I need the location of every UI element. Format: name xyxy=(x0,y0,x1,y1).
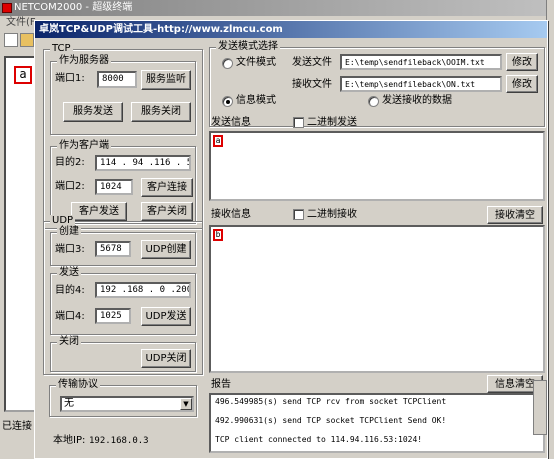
send-received-label: 发送接收的数据 xyxy=(382,95,452,106)
tcp-group: TCP 作为服务器 端口1: 8000 服务监听 服务发送 服务关闭 作为客户端… xyxy=(43,43,203,229)
report-line: 496.549985(s) send TCP rcv from socket T… xyxy=(215,397,447,406)
recv-file-label: 接收文件 xyxy=(292,79,332,90)
server-port-input[interactable]: 8000 xyxy=(97,71,137,88)
udp-port3-input[interactable]: 5678 xyxy=(95,241,131,257)
report-line: TCP client connected to 114.94.116.53:10… xyxy=(215,435,423,444)
udp-port4-input[interactable]: 1025 xyxy=(95,308,131,324)
udp-target-input[interactable]: 192 .168 . 0 .200 xyxy=(95,282,191,298)
recv-clear-button[interactable]: 接收清空 xyxy=(487,206,543,224)
udp-create-button[interactable]: UDP创建 xyxy=(141,240,191,259)
file-mode-radio[interactable] xyxy=(222,58,233,69)
modify-send-file-button[interactable]: 修改 xyxy=(506,53,538,71)
client-port-input[interactable]: 1024 xyxy=(95,179,133,195)
new-file-icon[interactable] xyxy=(4,33,18,47)
protocol-select[interactable]: 无 ▼ xyxy=(60,396,194,412)
udp-close-group: 关闭 UDP关闭 xyxy=(50,336,196,372)
udp-close-button[interactable]: UDP关闭 xyxy=(141,349,191,368)
server-port-label: 端口1: xyxy=(55,73,85,84)
recv-file-input[interactable]: E:\temp\sendfileback\ON.txt xyxy=(340,76,502,92)
client-target-label: 目的2: xyxy=(55,157,85,168)
send-info-content: a xyxy=(213,135,223,147)
udp-port4-label: 端口4: xyxy=(55,311,85,322)
report-line: 492.990631(s) send TCP socket TCPClient … xyxy=(215,416,447,425)
info-mode-label: 信息模式 xyxy=(236,95,276,106)
client-close-button[interactable]: 客户关闭 xyxy=(141,202,193,221)
udp-create-label: 创建 xyxy=(57,226,81,238)
server-group-label: 作为服务器 xyxy=(57,55,111,67)
modify-recv-file-button[interactable]: 修改 xyxy=(506,75,538,93)
send-file-label: 发送文件 xyxy=(292,57,332,68)
protocol-group: 传输协议 无 ▼ xyxy=(49,379,197,417)
server-send-button[interactable]: 服务发送 xyxy=(63,102,123,122)
file-mode-label: 文件模式 xyxy=(236,57,276,68)
tcp-group-label: TCP xyxy=(50,43,73,55)
server-close-button[interactable]: 服务关闭 xyxy=(131,102,191,122)
background-title-bar: NETCOM2000 - 超级终端 xyxy=(0,0,554,16)
binary-recv-label: 二进制接收 xyxy=(307,209,357,220)
background-title: NETCOM2000 - 超级终端 xyxy=(14,2,133,13)
client-group-label: 作为客户端 xyxy=(57,140,111,152)
recv-info-label: 接收信息 xyxy=(211,209,251,220)
local-ip-value: 192.168.0.3 xyxy=(89,436,149,446)
protocol-selected: 无 xyxy=(64,398,74,409)
binary-send-checkbox[interactable] xyxy=(293,117,304,128)
send-file-input[interactable]: E:\temp\sendfileback\OOIM.txt xyxy=(340,54,502,70)
binary-recv-checkbox[interactable] xyxy=(293,209,304,220)
client-port-label: 端口2: xyxy=(55,181,85,192)
udp-send-label: 发送 xyxy=(57,267,81,279)
server-group: 作为服务器 端口1: 8000 服务监听 服务发送 服务关闭 xyxy=(50,55,196,135)
app-icon xyxy=(2,3,12,13)
info-mode-radio[interactable] xyxy=(222,96,233,107)
tcp-udp-dialog: 卓岚TCP&UDP调试工具-http://www.zlmcu.com TCP 作… xyxy=(34,20,548,459)
server-listen-button[interactable]: 服务监听 xyxy=(141,70,191,90)
recv-info-textarea[interactable]: b xyxy=(209,225,545,373)
send-mode-label: 发送模式选择 xyxy=(216,41,280,53)
client-target-input[interactable]: 114 . 94 .116 . 53 xyxy=(95,155,191,171)
udp-close-label: 关闭 xyxy=(57,336,81,348)
client-send-button[interactable]: 客户发送 xyxy=(71,202,127,221)
chevron-down-icon[interactable]: ▼ xyxy=(180,398,192,410)
background-scrollbar[interactable] xyxy=(533,380,547,435)
recv-info-content: b xyxy=(213,229,223,241)
report-log[interactable]: 496.549985(s) send TCP rcv from socket T… xyxy=(209,393,545,453)
udp-group: UDP 创建 端口3: 5678 UDP创建 发送 目的4: 192 .168 … xyxy=(43,215,203,375)
send-info-textarea[interactable]: a xyxy=(209,131,545,201)
send-received-radio[interactable] xyxy=(368,96,379,107)
dialog-title: 卓岚TCP&UDP调试工具-http://www.zlmcu.com xyxy=(35,21,547,38)
client-group: 作为客户端 目的2: 114 . 94 .116 . 53 端口2: 1024 … xyxy=(50,140,196,224)
report-label: 报告 xyxy=(211,379,231,390)
terminal-area[interactable]: a xyxy=(4,56,38,412)
udp-create-group: 创建 端口3: 5678 UDP创建 xyxy=(50,226,196,266)
send-info-label: 发送信息 xyxy=(211,117,251,128)
local-ip-label: 本地IP: xyxy=(53,435,86,446)
client-connect-button[interactable]: 客户连接 xyxy=(141,178,193,197)
open-folder-icon[interactable] xyxy=(20,33,34,47)
udp-send-button[interactable]: UDP发送 xyxy=(141,307,191,326)
udp-port3-label: 端口3: xyxy=(55,244,85,255)
send-mode-group: 发送模式选择 文件模式 发送文件 E:\temp\sendfileback\OO… xyxy=(209,41,545,127)
udp-send-group: 发送 目的4: 192 .168 . 0 .200 端口4: 1025 UDP发… xyxy=(50,267,196,335)
udp-target-label: 目的4: xyxy=(55,285,85,296)
binary-send-label: 二进制发送 xyxy=(307,117,357,128)
protocol-label: 传输协议 xyxy=(56,379,100,391)
terminal-char: a xyxy=(14,66,32,84)
